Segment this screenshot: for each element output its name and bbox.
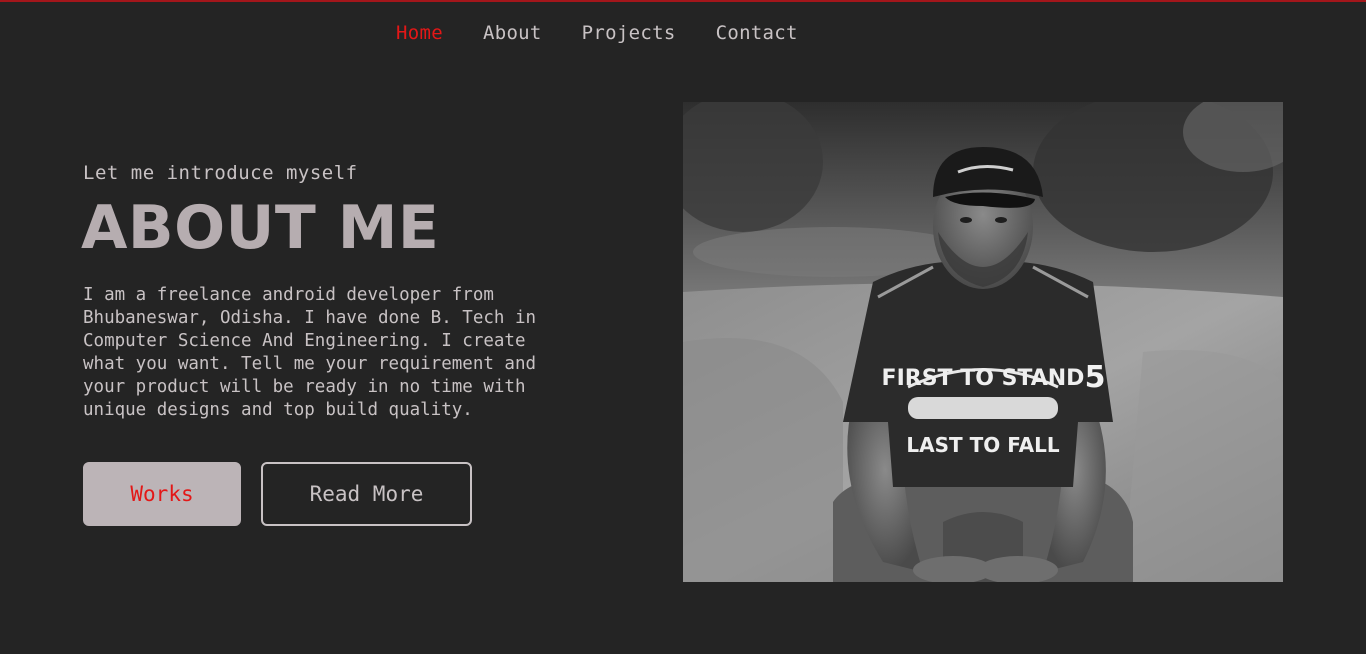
intro-text: Let me introduce myself	[83, 162, 358, 184]
nav-projects-link[interactable]: Projects	[582, 22, 676, 44]
read-more-button[interactable]: Read More	[261, 462, 472, 526]
top-accent-border	[0, 0, 1366, 2]
nav-contact-link[interactable]: Contact	[716, 22, 798, 44]
works-button[interactable]: Works	[83, 462, 241, 526]
shirt-text-top: FIRST TO STAND	[882, 366, 1085, 391]
nav-about-link[interactable]: About	[483, 22, 542, 44]
shirt-text-bottom: LAST TO FALL	[906, 433, 1059, 457]
page-title: ABOUT ME	[81, 193, 440, 263]
main-nav: Home About Projects Contact	[396, 22, 798, 44]
profile-photo-illustration: FIRST TO STAND LAST TO FALL 5	[683, 102, 1283, 582]
nav-home-link[interactable]: Home	[396, 22, 443, 44]
sleeve-number: 5	[1085, 360, 1106, 395]
profile-photo: FIRST TO STAND LAST TO FALL 5	[683, 102, 1283, 582]
about-description: I am a freelance android developer from …	[83, 285, 537, 420]
